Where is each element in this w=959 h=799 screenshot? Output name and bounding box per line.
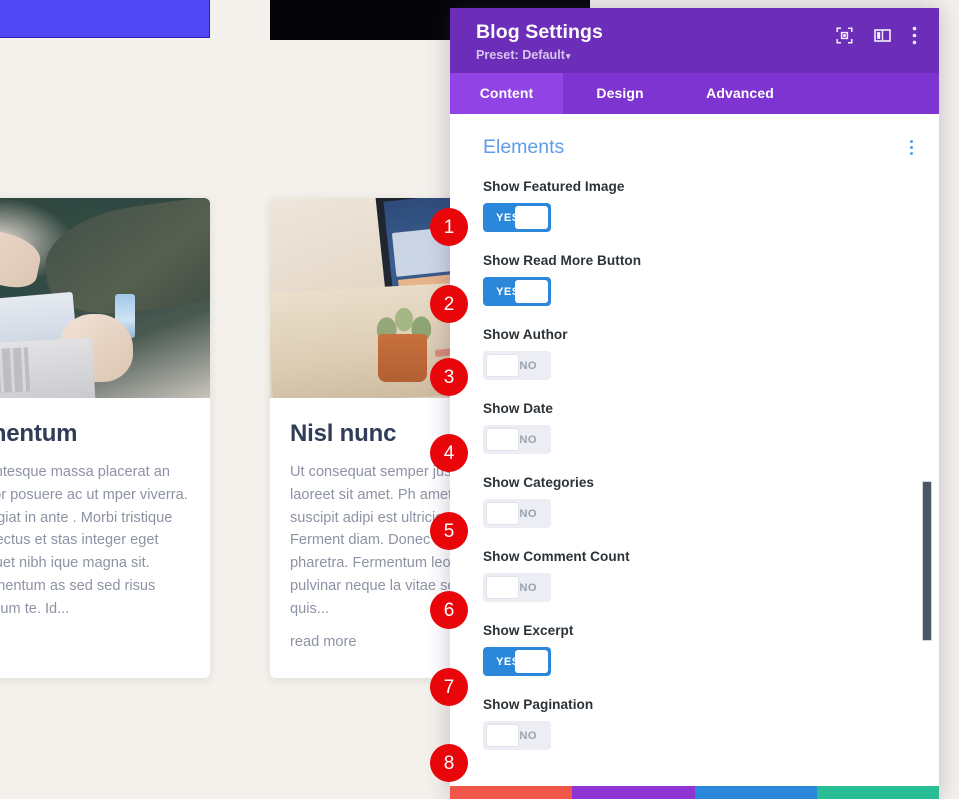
tab-content[interactable]: Content — [450, 73, 563, 114]
panel-header-icons — [836, 21, 917, 50]
chevron-down-icon: ▾ — [565, 51, 571, 61]
toggle-show-categories[interactable]: NO — [483, 499, 551, 528]
tab-advanced[interactable]: Advanced — [677, 73, 803, 114]
footer-segment-purple[interactable] — [572, 786, 695, 799]
toggle-knob — [515, 280, 548, 303]
layout-columns-icon[interactable] — [874, 27, 891, 49]
annotation-badge-5: 5 — [430, 512, 468, 550]
toggle-show-author[interactable]: NO — [483, 351, 551, 380]
person-writing-at-desk-photo — [0, 198, 210, 398]
field-label: Show Excerpt — [483, 623, 574, 638]
blog-card-body: ementum ellentesque massa placerat an to… — [0, 398, 210, 639]
toggle-value: NO — [519, 359, 537, 372]
elements-section-header: Elements — [450, 136, 939, 159]
footer-segment-blue[interactable] — [694, 786, 817, 799]
field-show-excerpt: Show Excerpt YES — [450, 623, 939, 676]
panel-header-titles: Blog Settings Preset: Default▾ — [476, 21, 603, 62]
field-show-featured-image: Show Featured Image YES — [450, 179, 939, 232]
field-show-read-more-button: Show Read More Button YES — [450, 253, 939, 306]
toggle-knob — [486, 502, 519, 525]
field-label: Show Author — [483, 327, 568, 342]
read-more-link[interactable]: read more — [290, 631, 357, 654]
field-show-pagination: Show Pagination NO — [450, 697, 939, 750]
toggle-show-excerpt[interactable]: YES — [483, 647, 551, 676]
field-show-categories: Show Categories NO — [450, 475, 939, 528]
toggle-knob — [486, 576, 519, 599]
footer-segment-red[interactable] — [450, 786, 573, 799]
annotation-badge-1: 1 — [430, 208, 468, 246]
field-show-comment-count: Show Comment Count NO — [450, 549, 939, 602]
annotation-badge-6: 6 — [430, 591, 468, 629]
annotation-badge-3: 3 — [430, 358, 468, 396]
annotation-badge-8: 8 — [430, 744, 468, 782]
field-label: Show Read More Button — [483, 253, 642, 268]
blog-card[interactable]: ementum ellentesque massa placerat an to… — [0, 198, 210, 678]
field-label: Show Pagination — [483, 697, 594, 712]
toggle-value: NO — [519, 729, 537, 742]
panel-body: Elements Show Featured Image YES Show Re… — [450, 114, 939, 786]
panel-footer-colorbar — [450, 786, 939, 799]
preset-label: Preset: Default — [476, 48, 565, 62]
panel-scrollbar[interactable] — [921, 114, 935, 786]
blog-card-image — [0, 198, 210, 398]
toggle-knob — [486, 428, 519, 451]
blog-card-title[interactable]: ementum — [0, 420, 190, 448]
blog-card-excerpt: ellentesque massa placerat an tortor pos… — [0, 464, 188, 617]
toggle-value: NO — [519, 433, 537, 446]
focus-target-icon[interactable] — [836, 27, 853, 49]
field-label: Show Comment Count — [483, 549, 630, 564]
annotation-badge-7: 7 — [430, 668, 468, 706]
toggle-value: NO — [519, 581, 537, 594]
section-options-icon[interactable] — [906, 136, 917, 159]
toggle-show-read-more-button[interactable]: YES — [483, 277, 551, 306]
section-title: Elements — [483, 136, 565, 158]
annotation-badge-4: 4 — [430, 434, 468, 472]
blog-settings-panel: Blog Settings Preset: Default▾ Content D… — [450, 8, 939, 799]
toggle-knob — [486, 724, 519, 747]
scrollbar-thumb[interactable] — [922, 481, 932, 641]
field-label: Show Date — [483, 401, 553, 416]
footer-segment-green[interactable] — [816, 786, 939, 799]
preset-selector[interactable]: Preset: Default▾ — [476, 48, 603, 62]
toggle-knob — [515, 650, 548, 673]
panel-title: Blog Settings — [476, 21, 603, 43]
annotation-badge-2: 2 — [430, 285, 468, 323]
field-show-author: Show Author NO — [450, 327, 939, 380]
toggle-value: NO — [519, 507, 537, 520]
more-options-icon[interactable] — [912, 26, 917, 50]
toggle-show-date[interactable]: NO — [483, 425, 551, 454]
panel-header: Blog Settings Preset: Default▾ — [450, 8, 939, 73]
field-show-date: Show Date NO — [450, 401, 939, 454]
panel-tabs: Content Design Advanced — [450, 73, 939, 114]
screenshot-root: ementum ellentesque massa placerat an to… — [0, 0, 959, 799]
page-blue-bar — [0, 0, 210, 38]
toggle-knob — [515, 206, 548, 229]
field-label: Show Featured Image — [483, 179, 625, 194]
toggle-show-featured-image[interactable]: YES — [483, 203, 551, 232]
field-label: Show Categories — [483, 475, 595, 490]
toggle-show-comment-count[interactable]: NO — [483, 573, 551, 602]
tab-design[interactable]: Design — [563, 73, 677, 114]
toggle-knob — [486, 354, 519, 377]
toggle-show-pagination[interactable]: NO — [483, 721, 551, 750]
